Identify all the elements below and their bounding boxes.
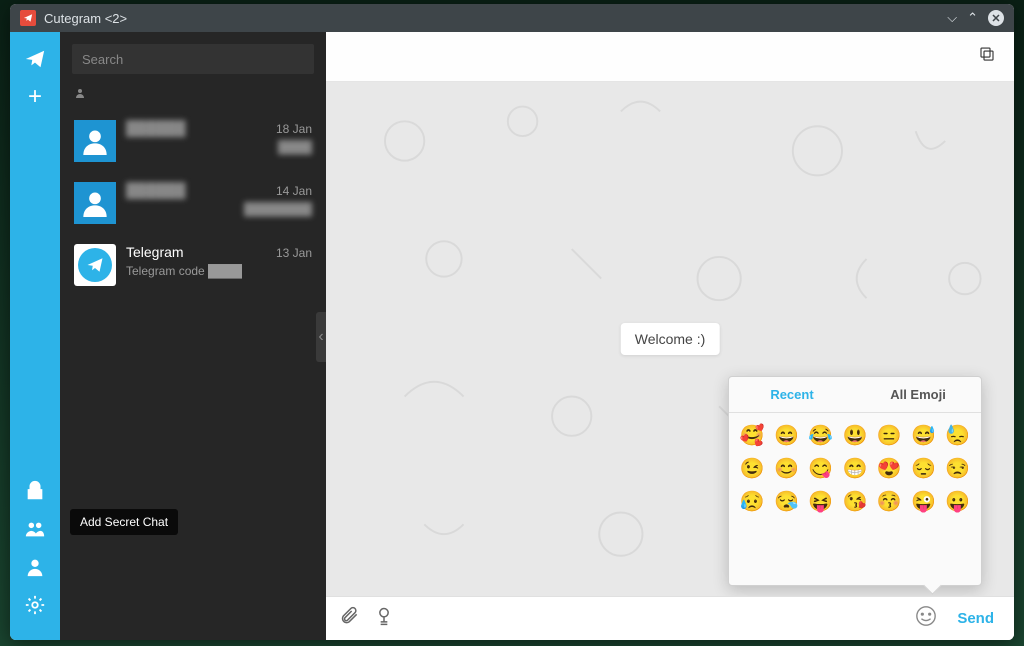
- chat-info: ██████ 18 Jan ████: [126, 120, 312, 162]
- emoji-cell[interactable]: 🥰: [739, 423, 765, 448]
- emoji-icon[interactable]: [915, 605, 937, 632]
- emoji-cell[interactable]: 😁: [842, 456, 868, 481]
- chat-name: Telegram: [126, 244, 184, 260]
- send-icon[interactable]: [20, 44, 50, 74]
- chat-item[interactable]: Telegram 13 Jan Telegram code ████: [60, 234, 326, 296]
- titlebar: Cutegram <2> ⌵ ⌃ ✕: [10, 4, 1014, 32]
- window-controls: ⌵ ⌃ ✕: [947, 10, 1004, 26]
- chat-list: ██████ 18 Jan ████ ██████ 14 Jan: [60, 110, 326, 640]
- chat-name: ██████: [126, 182, 186, 198]
- chat-preview: ████████: [126, 202, 312, 216]
- copy-icon[interactable]: [978, 45, 996, 68]
- person-icon[interactable]: [20, 552, 50, 582]
- sidebar-collapse-handle[interactable]: [316, 312, 326, 362]
- emoji-cell[interactable]: 😜: [910, 489, 936, 514]
- avatar: [74, 120, 116, 162]
- emoji-cell[interactable]: 😥: [739, 489, 765, 514]
- app-logo-icon: [20, 10, 36, 26]
- chat-info: Telegram 13 Jan Telegram code ████: [126, 244, 312, 286]
- sidebar: ██████ 18 Jan ████ ██████ 14 Jan: [60, 32, 326, 640]
- emoji-panel: Recent All Emoji 🥰 😄 😂 😃 😑 😅 😓 😉 😊 😋 😁 😍 😔 😒 😥 😪 😝 😘 😚 😜 😛: [728, 376, 982, 586]
- search-input[interactable]: [72, 44, 314, 74]
- avatar: [74, 244, 116, 286]
- search-box: [72, 44, 314, 74]
- emoji-tabs: Recent All Emoji: [729, 377, 981, 413]
- maximize-icon[interactable]: ⌃: [967, 10, 978, 26]
- new-chat-button[interactable]: +: [20, 82, 50, 112]
- emoji-cell[interactable]: 😓: [945, 423, 971, 448]
- compose-bar: Send: [326, 596, 1014, 640]
- chat-date: 13 Jan: [276, 246, 312, 260]
- main-area: Welcome :) Recent All Emoji 🥰 😄 😂 😃 😑 😅 😓 😉 😊 😋 😁 😍…: [326, 32, 1014, 640]
- icon-rail: +: [10, 32, 60, 640]
- chat-name: ██████: [126, 120, 186, 136]
- attach-icon[interactable]: [340, 606, 360, 631]
- minimize-icon[interactable]: ⌵: [947, 10, 957, 26]
- emoji-cell[interactable]: 😪: [773, 489, 799, 514]
- emoji-cell[interactable]: 😄: [773, 423, 799, 448]
- emoji-tab-recent[interactable]: Recent: [729, 377, 855, 412]
- send-button[interactable]: Send: [951, 610, 1000, 627]
- emoji-cell[interactable]: 😉: [739, 456, 765, 481]
- chat-info: ██████ 14 Jan ████████: [126, 182, 312, 224]
- chat-date: 18 Jan: [276, 122, 312, 136]
- app-body: +: [10, 32, 1014, 640]
- emoji-cell[interactable]: 😝: [808, 489, 834, 514]
- chat-canvas: Welcome :) Recent All Emoji 🥰 😄 😂 😃 😑 😅 😓 😉 😊 😋 😁 😍…: [326, 82, 1014, 596]
- tooltip: Add Secret Chat: [70, 509, 178, 535]
- camera-icon[interactable]: [374, 606, 394, 631]
- app-window: Cutegram <2> ⌵ ⌃ ✕ +: [10, 4, 1014, 640]
- emoji-cell[interactable]: 😍: [876, 456, 902, 481]
- avatar: [74, 182, 116, 224]
- emoji-cell[interactable]: 😃: [842, 423, 868, 448]
- emoji-cell[interactable]: 😒: [945, 456, 971, 481]
- emoji-cell[interactable]: 😑: [876, 423, 902, 448]
- emoji-cell[interactable]: 😛: [945, 489, 971, 514]
- gear-icon[interactable]: [20, 590, 50, 620]
- emoji-grid: 🥰 😄 😂 😃 😑 😅 😓 😉 😊 😋 😁 😍 😔 😒 😥 😪 😝 😘 😚 😜 😛: [729, 413, 981, 524]
- welcome-badge: Welcome :): [621, 323, 720, 355]
- chat-preview: Telegram code ████: [126, 264, 312, 278]
- chat-item[interactable]: ██████ 14 Jan ████████: [60, 172, 326, 234]
- emoji-tab-all[interactable]: All Emoji: [855, 377, 981, 412]
- chat-item[interactable]: ██████ 18 Jan ████: [60, 110, 326, 172]
- emoji-cell[interactable]: 😅: [910, 423, 936, 448]
- chat-preview: ████: [126, 140, 312, 154]
- emoji-cell[interactable]: 😂: [808, 423, 834, 448]
- emoji-cell[interactable]: 😊: [773, 456, 799, 481]
- close-icon[interactable]: ✕: [988, 10, 1004, 26]
- lock-icon[interactable]: [20, 476, 50, 506]
- top-bar: [326, 32, 1014, 82]
- group-icon[interactable]: [20, 514, 50, 544]
- emoji-cell[interactable]: 😚: [876, 489, 902, 514]
- emoji-cell[interactable]: 😔: [910, 456, 936, 481]
- contacts-header-icon: [60, 86, 326, 110]
- window-title: Cutegram <2>: [44, 11, 947, 26]
- emoji-cell[interactable]: 😋: [808, 456, 834, 481]
- chat-date: 14 Jan: [276, 184, 312, 198]
- emoji-cell[interactable]: 😘: [842, 489, 868, 514]
